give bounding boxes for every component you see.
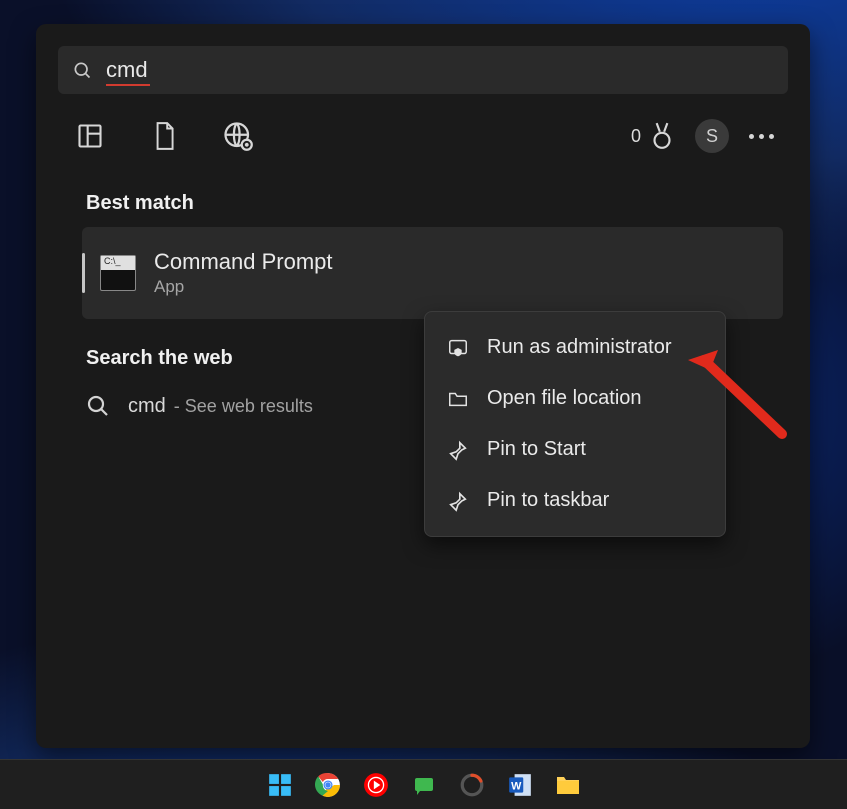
search-icon bbox=[86, 394, 110, 418]
search-box[interactable]: cmd bbox=[58, 46, 788, 94]
user-avatar[interactable]: S bbox=[695, 119, 729, 153]
context-menu: Run as administrator Open file location … bbox=[424, 311, 726, 537]
pin-to-taskbar[interactable]: Pin to taskbar bbox=[425, 475, 725, 526]
word-icon[interactable]: W bbox=[506, 771, 534, 799]
result-title: Command Prompt bbox=[154, 250, 333, 274]
search-query-text: cmd bbox=[106, 58, 148, 82]
admin-shield-icon bbox=[447, 337, 469, 359]
open-file-location[interactable]: Open file location bbox=[425, 373, 725, 424]
web-filter-icon[interactable] bbox=[220, 118, 256, 154]
web-term: cmd bbox=[128, 395, 166, 418]
chat-icon[interactable] bbox=[410, 771, 438, 799]
filter-row: 0 S bbox=[58, 108, 788, 164]
best-match-heading: Best match bbox=[86, 192, 788, 215]
documents-filter-icon[interactable] bbox=[146, 118, 182, 154]
medal-icon bbox=[649, 121, 675, 151]
run-as-administrator[interactable]: Run as administrator bbox=[425, 322, 725, 373]
svg-text:W: W bbox=[511, 780, 522, 792]
apps-filter-icon[interactable] bbox=[72, 118, 108, 154]
pin-icon bbox=[447, 490, 469, 512]
search-panel: cmd 0 S Best match Command Prompt App bbox=[36, 24, 810, 748]
best-match-result[interactable]: Command Prompt App bbox=[82, 227, 783, 319]
more-options-icon[interactable] bbox=[749, 134, 774, 139]
taskbar: W bbox=[0, 759, 847, 809]
search-icon bbox=[72, 60, 92, 80]
pin-to-start[interactable]: Pin to Start bbox=[425, 424, 725, 475]
result-subtitle: App bbox=[154, 277, 333, 297]
web-suffix: - See web results bbox=[174, 396, 313, 417]
chrome-icon[interactable] bbox=[314, 771, 342, 799]
start-button[interactable] bbox=[266, 771, 294, 799]
folder-icon bbox=[447, 388, 469, 410]
spellcheck-underline bbox=[106, 84, 150, 86]
loading-icon[interactable] bbox=[458, 771, 486, 799]
rewards-points[interactable]: 0 bbox=[631, 121, 675, 151]
file-explorer-icon[interactable] bbox=[554, 771, 582, 799]
pin-icon bbox=[447, 439, 469, 461]
command-prompt-icon bbox=[100, 255, 136, 291]
youtube-music-icon[interactable] bbox=[362, 771, 390, 799]
points-count: 0 bbox=[631, 126, 641, 147]
